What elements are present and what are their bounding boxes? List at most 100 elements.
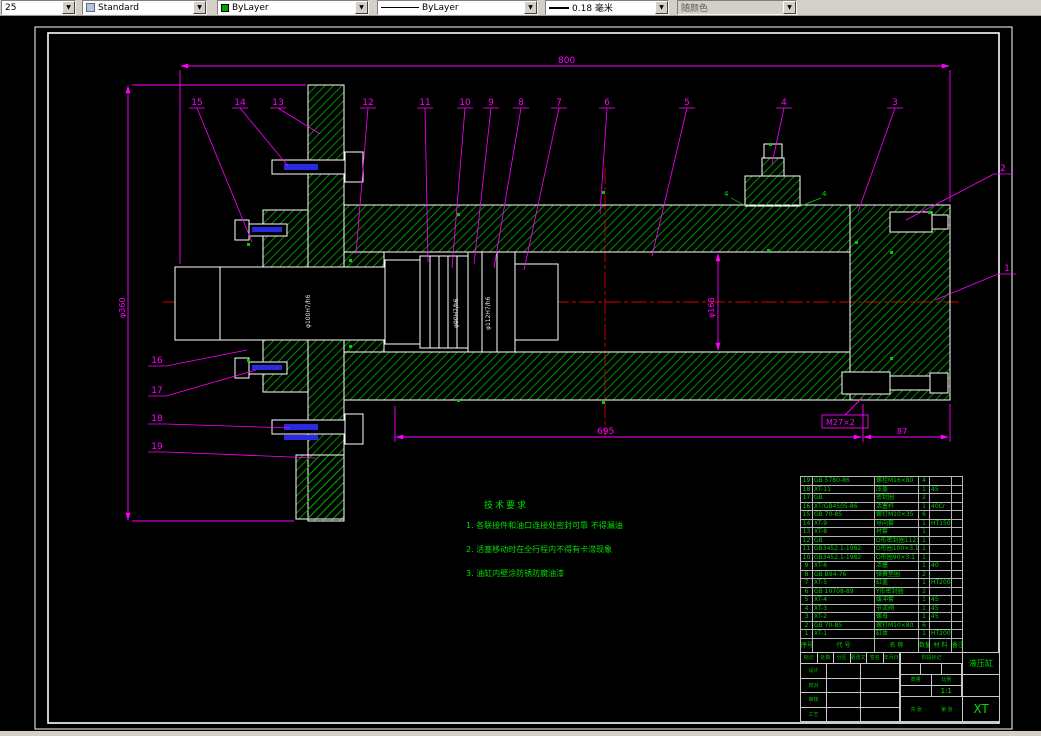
bom-qty: 1 [919,485,930,494]
bom-row[interactable]: 12 GB O形密封圈112×3 1 [801,536,963,545]
bom-code: XT-1 [813,630,875,639]
bom-remark [952,553,963,562]
layer-combo[interactable]: 25 ▼ [1,0,76,15]
color-combo-value: ByLayer [232,2,269,13]
note-line: 3. 油缸内壁涂防锈防腐油漆 [466,569,565,578]
bom-row[interactable]: 17 GB 密封圈 2 [801,494,963,503]
lineweight-combo[interactable]: 0.18 毫米 ▼ [545,0,669,15]
bom-row[interactable]: 19 GB 5780-86 螺栓M16×80 4 [801,477,963,486]
bom-code: XT-8 [813,528,875,537]
bom-code: GB 70-85 [813,621,875,630]
chevron-down-icon[interactable]: ▼ [193,1,206,14]
dim-fit-3: φ112H7/h6 [485,296,492,330]
bom-no: 14 [801,519,813,528]
bom-remark [952,502,963,511]
bom-material [930,553,952,562]
bom-row[interactable]: 1 XT-1 缸体 1 HT200 [801,630,963,639]
bom-material: HT150 [930,519,952,528]
role-label: 审核 [801,693,827,707]
linetype-combo[interactable]: ByLayer ▼ [377,0,538,15]
svg-text:4: 4 [822,190,827,198]
title-block[interactable]: 标记处数分区更改文件号签名年月日 设计 校对 [800,652,1000,722]
bom-no: 6 [801,587,813,596]
bom-qty: 1 [919,528,930,537]
bom-name: 螺钉M10×35 [875,511,919,520]
bom-row[interactable]: 18 XT-11 压盖 1 45 [801,485,963,494]
bom-row[interactable]: 11 GB3452.1-1982 O形圈100×3.1 1 [801,545,963,554]
bom-material [930,528,952,537]
bom-row[interactable]: 7 XT-5 缸盖 1 HT200 [801,579,963,588]
bom-code: XT-9 [813,519,875,528]
bom-qty: 1 [919,613,930,622]
bom-remark [952,485,963,494]
balloon-6: 6 [604,98,610,108]
chevron-down-icon[interactable]: ▼ [62,1,75,14]
technical-notes[interactable]: 技术要求 1. 各联接件和油口连接处密封可靠 不得漏油 2. 活塞移动时在全行程… [466,498,696,592]
bom-remark [952,477,963,486]
note-line: 1. 各联接件和油口连接处密封可靠 不得漏油 [466,521,623,530]
model-space-canvas[interactable]: 800 695 87 φ360 φ168 M27×2 φ100H7/h6 φ90… [0,16,1041,731]
bom-no: 13 [801,528,813,537]
chevron-down-icon[interactable]: ▼ [355,1,368,14]
bom-row[interactable]: 14 XT-9 导向套 1 HT150 [801,519,963,528]
bom-table[interactable]: 19 GB 5780-86 螺栓M16×80 4 18 XT-11 压盖 1 4… [800,476,963,653]
bom-row[interactable]: 8 GB B94-76 弹簧垫圈 2 [801,570,963,579]
bom-name: 节流阀 [875,604,919,613]
bom-no: 19 [801,477,813,486]
balloon-3: 3 [892,98,898,108]
bom-material [930,511,952,520]
bom-row[interactable]: 13 XT-8 衬套 1 [801,528,963,537]
bom-code: GB 10708-89 [813,587,875,596]
bom-name: O形圈90×3.1 [875,553,919,562]
bom-row[interactable]: 6 GB 10708-89 Y形密封圈 2 [801,587,963,596]
bom-name: 缸盖 [875,579,919,588]
balloon-1: 1 [1004,264,1010,274]
bom-row[interactable]: 15 GB 70-85 螺钉M10×35 6 [801,511,963,520]
color-swatch-icon [221,3,229,12]
balloon-16: 16 [151,356,163,366]
style-combo[interactable]: Standard ▼ [82,0,207,15]
bom-remark [952,579,963,588]
object-properties-toolbar: 25 ▼ Standard ▼ ByLayer ▼ ByLayer ▼ 0.18… [0,0,1041,16]
dim-bore-dia: φ168 [707,297,716,318]
revision-header-cell: 签名 [867,653,884,663]
date-cell [861,693,900,707]
balloon-9: 9 [488,98,494,108]
linetype-combo-value: ByLayer [422,2,459,13]
bom-no: 12 [801,536,813,545]
linetype-preview-icon [381,7,419,8]
bom-row[interactable]: 10 GB3452.1-1982 O形圈90×3.1 1 [801,553,963,562]
revision-table: 标记处数分区更改文件号签名年月日 设计 校对 [801,653,901,721]
chevron-down-icon[interactable]: ▼ [655,1,668,14]
bom-name: 螺栓M16×80 [875,477,919,486]
color-combo[interactable]: ByLayer ▼ [217,0,369,15]
bom-qty: 2 [919,587,930,596]
bom-row[interactable]: 5 XT-4 缓冲套 1 45 [801,596,963,605]
chevron-down-icon[interactable]: ▼ [524,1,537,14]
dim-flange-dia: φ360 [118,297,127,318]
signature-cell [827,707,861,721]
bom-row[interactable]: 2 GB 70-85 螺钉M10×80 6 [801,621,963,630]
bom-row[interactable]: 4 XT-3 节流阀 1 45 [801,604,963,613]
bom-no: 2 [801,621,813,630]
bom-row[interactable]: 9 XT-6 活塞 1 40 [801,562,963,571]
bom-code: XT-6 [813,562,875,571]
scale-label: 比例 [932,675,962,685]
date-cell [861,664,900,678]
plotstyle-combo: 随颜色 ▼ [677,0,797,15]
bom-no: 11 [801,545,813,554]
layer-combo-value: 25 [5,2,17,13]
bom-row[interactable]: 3 XT-2 螺母 1 45 [801,613,963,622]
bom-material: HT200 [930,630,952,639]
role-label: 校对 [801,678,827,692]
role-label: 工艺 [801,707,827,721]
balloon-14: 14 [234,98,246,108]
stage-label: 阶段标记 [901,653,962,664]
bom-remark [952,511,963,520]
bom-qty: 1 [919,502,930,511]
bom-code: GB 70-85 [813,511,875,520]
dim-800: 800 [558,56,575,66]
bom-row[interactable]: 16 XT/GB4505-86 活塞杆 1 40Cr [801,502,963,511]
bom-name: 压盖 [875,485,919,494]
dim-87: 87 [897,427,907,436]
